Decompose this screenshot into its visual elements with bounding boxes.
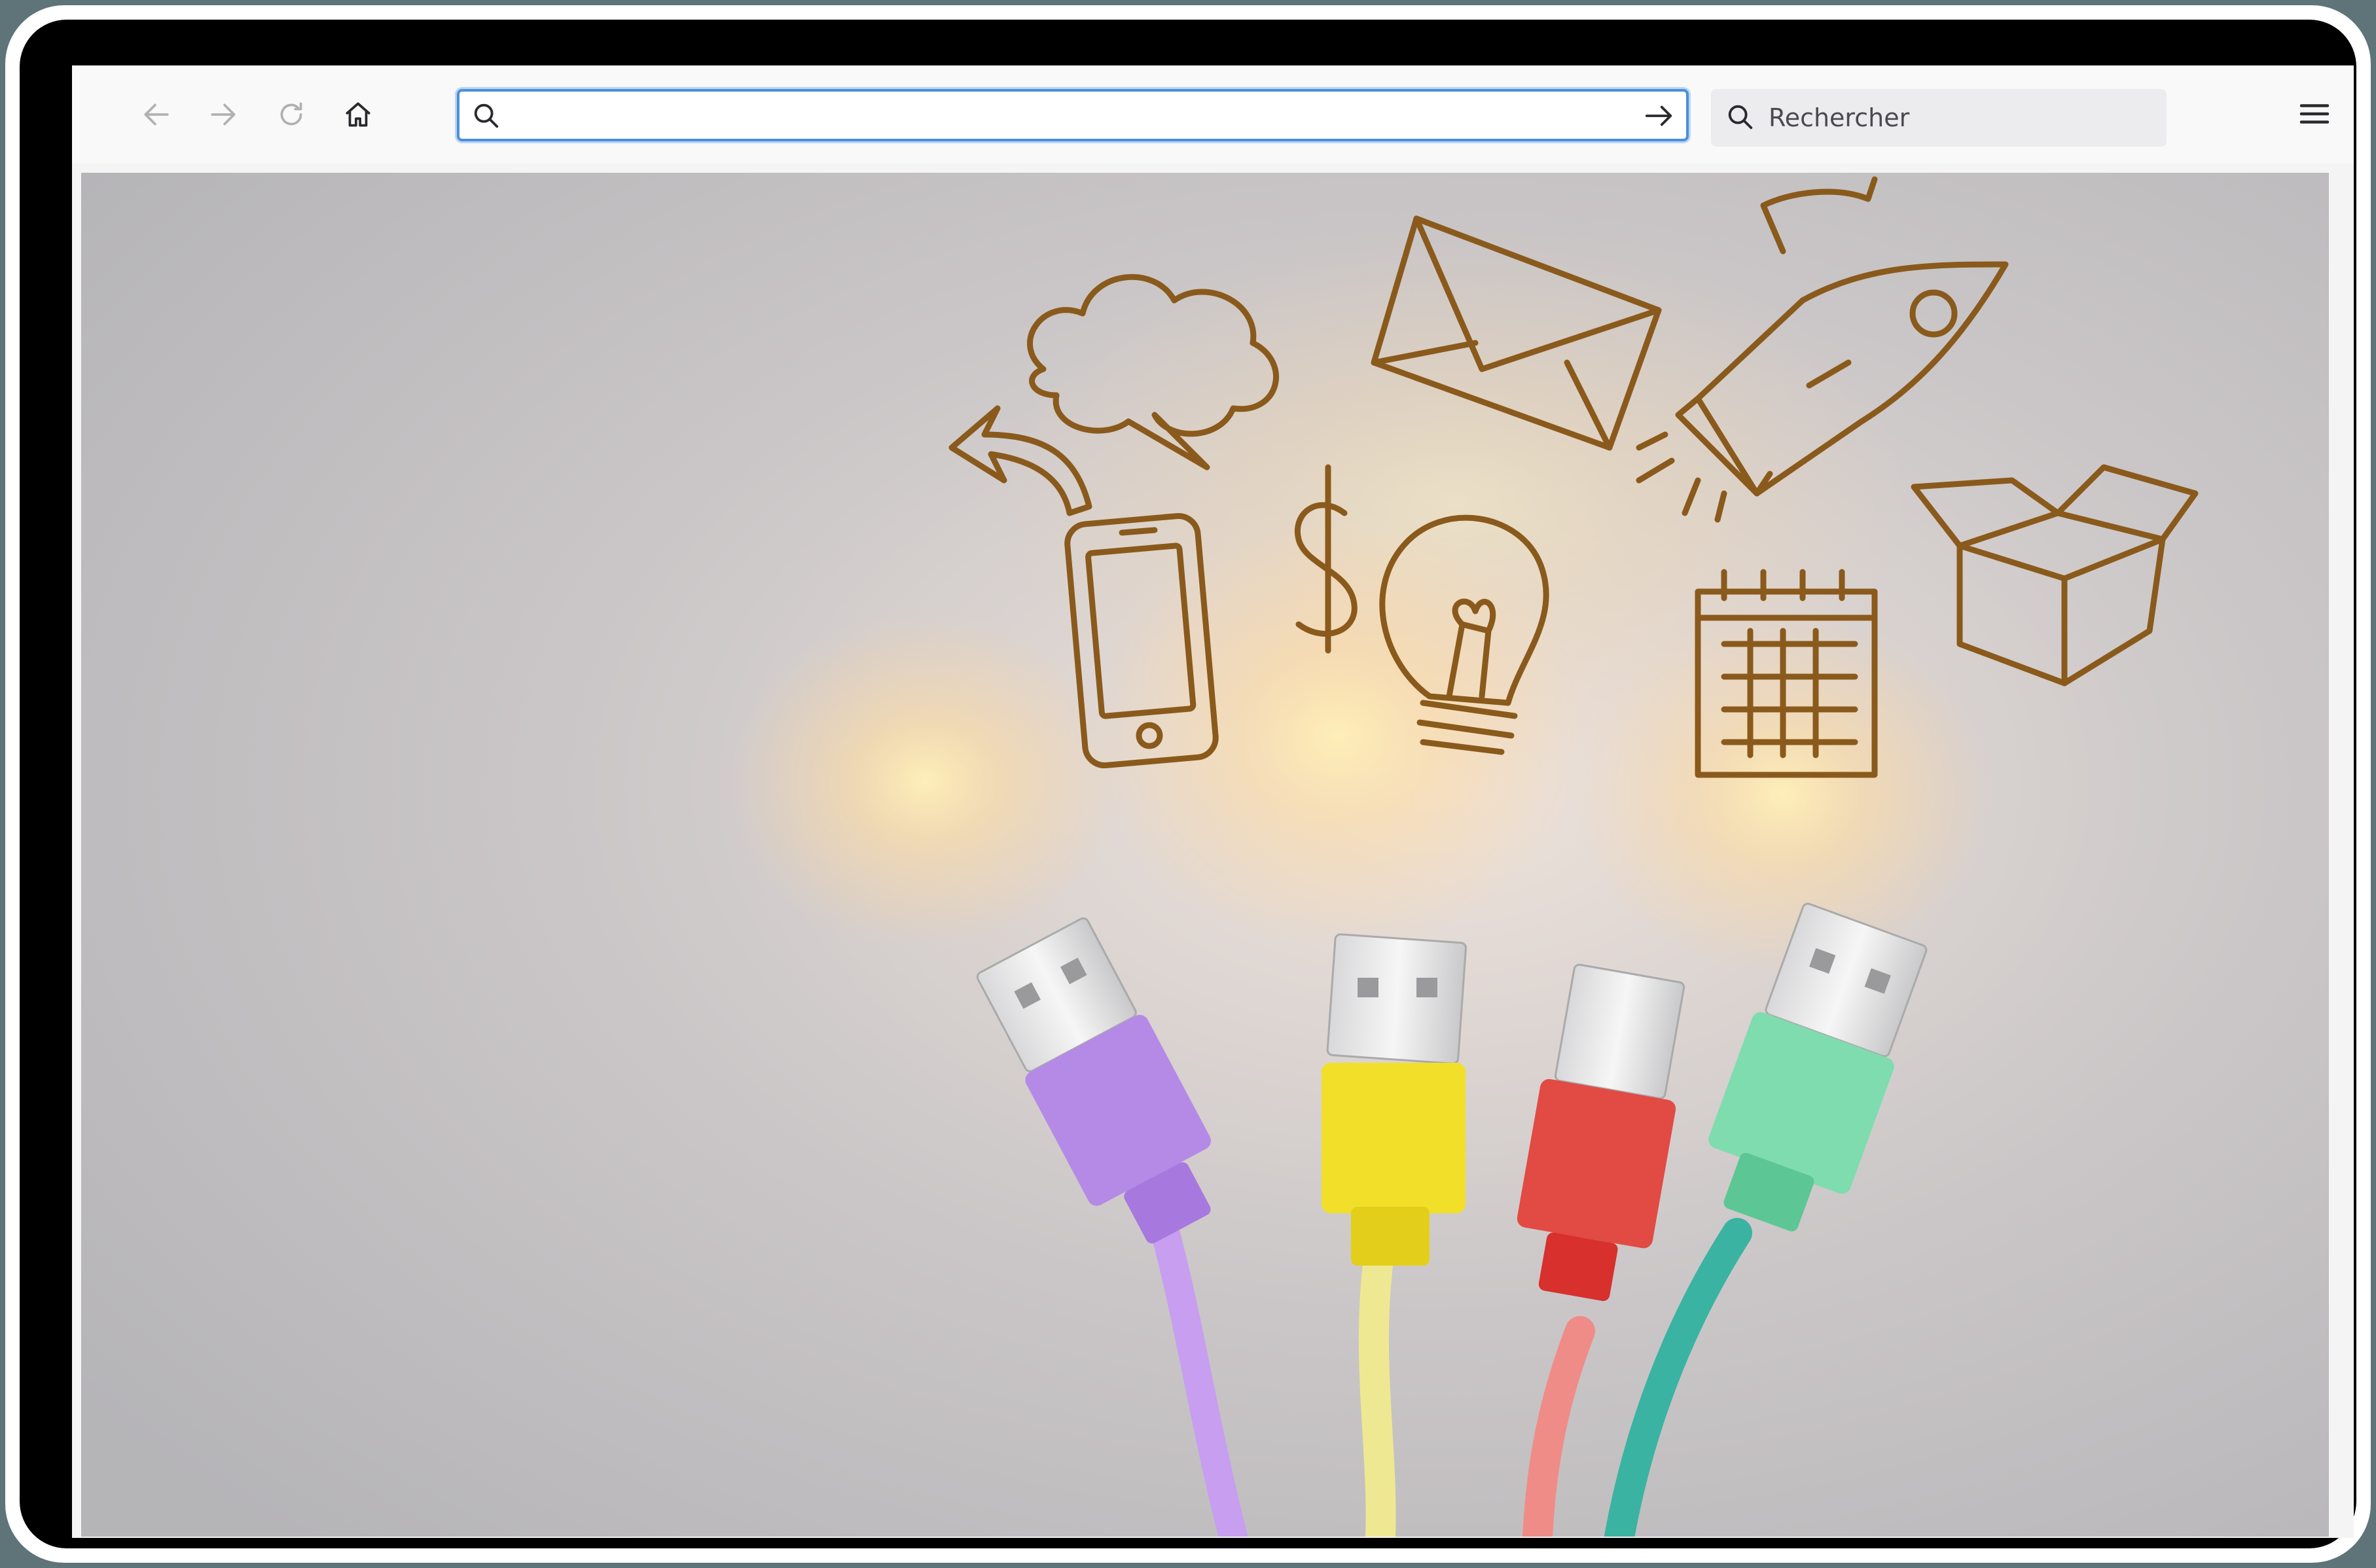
url-bar[interactable] <box>457 89 1689 141</box>
usb-cables-illustration <box>81 173 2329 1537</box>
back-button[interactable] <box>132 90 181 139</box>
browser-window: Rechercher <box>72 65 2354 1538</box>
search-icon <box>1728 105 1753 130</box>
arrow-left-icon <box>144 103 169 126</box>
search-placeholder: Rechercher <box>1769 103 1910 132</box>
home-button[interactable] <box>334 90 382 139</box>
page-content-image <box>81 173 2329 1537</box>
reload-icon <box>280 102 302 126</box>
search-box[interactable]: Rechercher <box>1711 89 2167 147</box>
tablet-bezel: Rechercher <box>20 20 2356 1548</box>
url-input[interactable] <box>512 98 1627 135</box>
reload-button[interactable] <box>267 90 315 139</box>
browser-toolbar: Rechercher <box>72 65 2354 164</box>
home-icon <box>346 102 370 127</box>
arrow-right-icon <box>211 103 236 126</box>
search-icon <box>474 103 499 128</box>
forward-button[interactable] <box>199 90 247 139</box>
go-arrow-icon[interactable] <box>1643 101 1676 131</box>
tablet-frame: Rechercher <box>5 5 2371 1563</box>
hamburger-menu-icon[interactable] <box>2295 94 2334 134</box>
